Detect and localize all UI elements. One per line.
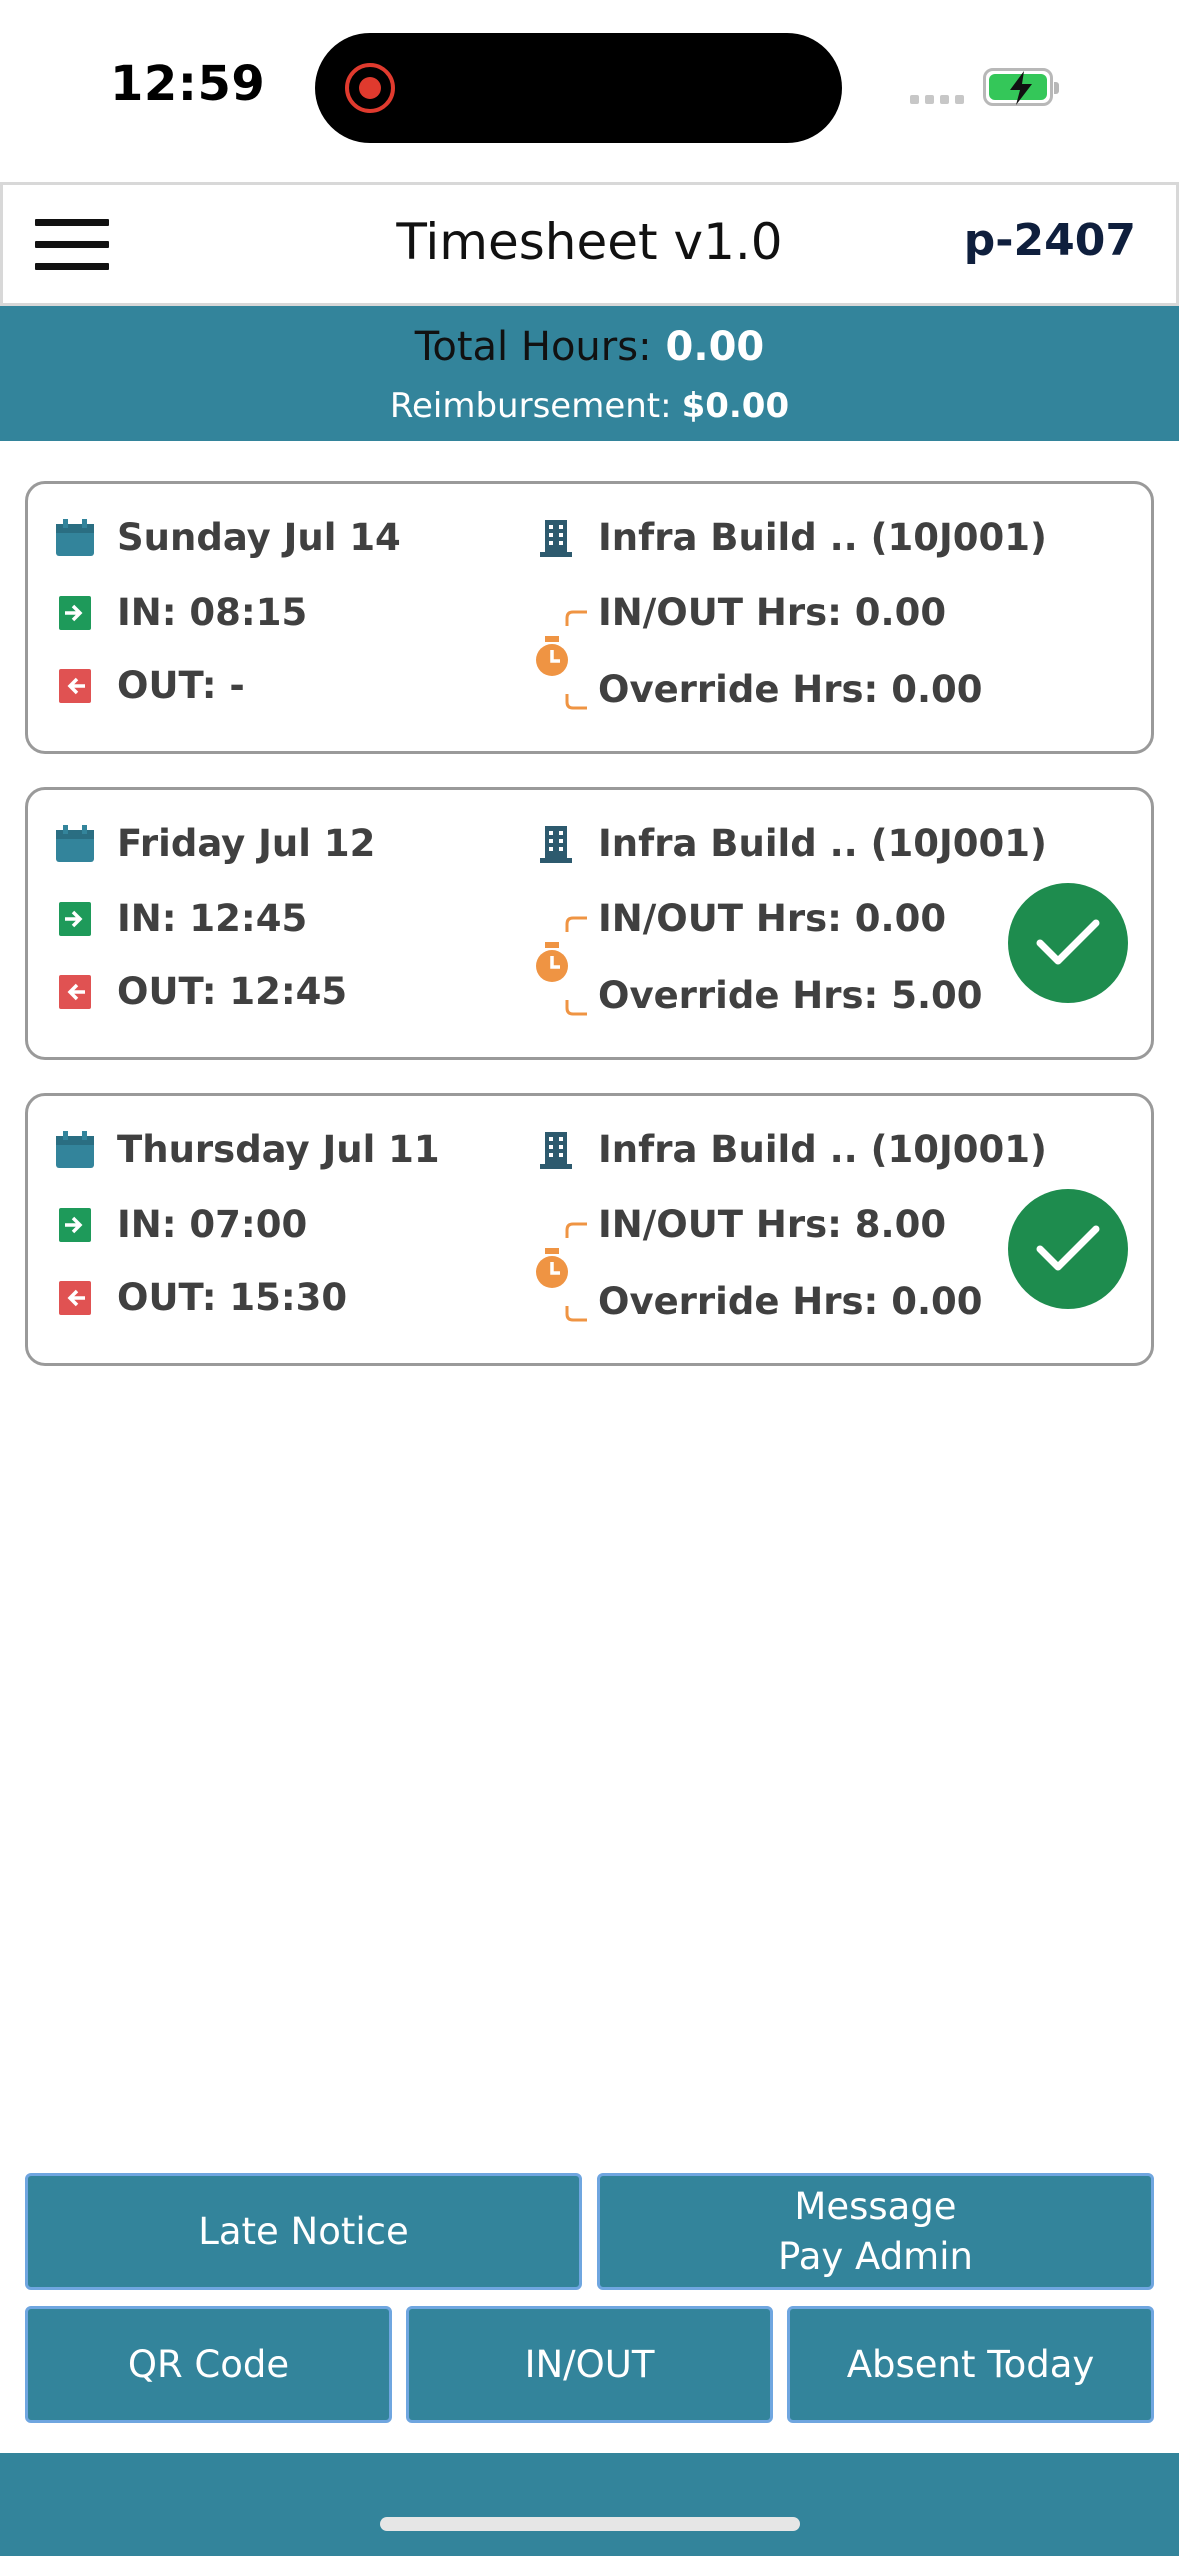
entry-out-label: OUT: - <box>117 664 245 707</box>
calendar-icon <box>55 824 95 864</box>
entry-date-label: Friday Jul 12 <box>117 822 376 865</box>
sign-out-icon <box>55 972 95 1012</box>
sign-in-icon <box>55 1205 95 1245</box>
in-out-label: IN/OUT <box>524 2342 655 2386</box>
entry-date: Sunday Jul 14 <box>55 516 401 559</box>
override-hours: Override Hrs: 5.00 <box>598 974 983 1017</box>
entry-job-label: Infra Build .. (10J001) <box>598 516 1047 559</box>
entry-date-label: Sunday Jul 14 <box>117 516 401 559</box>
timer-icon <box>533 910 593 1025</box>
entry-in: IN: 12:45 <box>55 897 307 940</box>
signal-icon <box>910 95 964 104</box>
qr-code-label: QR Code <box>127 2342 290 2386</box>
total-hours-label: Total Hours: <box>414 324 652 370</box>
entry-in-label: IN: 08:15 <box>117 591 308 634</box>
timesheet-entry-card[interactable]: Thursday Jul 11 IN: 07:00 OUT: 15:30 Infra … <box>25 1093 1154 1366</box>
recording-icon <box>345 63 395 113</box>
timesheet-entry-card[interactable]: Sunday Jul 14 IN: 08:15 OUT: - Infra Build … <box>25 481 1154 754</box>
entry-out: OUT: 15:30 <box>55 1276 347 1319</box>
reimbursement-value: $0.00 <box>681 386 790 426</box>
sign-out-icon <box>55 1278 95 1318</box>
status-time: 12:59 <box>110 56 266 112</box>
user-id: p-2407 <box>963 215 1136 266</box>
entry-out: OUT: 12:45 <box>55 970 347 1013</box>
footer-bar <box>0 2453 1179 2556</box>
override-hours: Override Hrs: 0.00 <box>598 668 983 711</box>
checkmark-icon <box>1008 883 1128 1003</box>
battery-icon <box>983 68 1059 106</box>
timesheet-entry-card[interactable]: Friday Jul 12 IN: 12:45 OUT: 12:45 Infra Bu… <box>25 787 1154 1060</box>
dynamic-island <box>315 33 842 143</box>
entry-in: IN: 07:00 <box>55 1203 307 1246</box>
override-hours: Override Hrs: 0.00 <box>598 1280 983 1323</box>
entry-in: IN: 08:15 <box>55 591 307 634</box>
reimbursement: Reimbursement: $0.00 <box>0 386 1179 426</box>
entry-out-label: OUT: 12:45 <box>117 970 348 1013</box>
sign-in-icon <box>55 593 95 633</box>
app-header: Timesheet v1.0 p-2407 <box>0 182 1179 306</box>
late-notice-label: Late Notice <box>198 2209 409 2253</box>
entry-job-label: Infra Build .. (10J001) <box>598 822 1047 865</box>
entry-in-label: IN: 07:00 <box>117 1203 308 1246</box>
entry-out-label: OUT: 15:30 <box>117 1276 348 1319</box>
absent-today-label: Absent Today <box>846 2342 1095 2386</box>
total-hours: Total Hours: 0.00 <box>0 324 1179 370</box>
checkmark-icon <box>1008 1189 1128 1309</box>
qr-code-button[interactable]: QR Code <box>25 2306 392 2423</box>
sign-in-icon <box>55 899 95 939</box>
reimbursement-label: Reimbursement: <box>389 386 672 426</box>
message-pay-admin-button[interactable]: Message Pay Admin <box>597 2173 1154 2290</box>
late-notice-button[interactable]: Late Notice <box>25 2173 582 2290</box>
totals-banner: Total Hours: 0.00 Reimbursement: $0.00 <box>0 306 1179 441</box>
inout-hours: IN/OUT Hrs: 0.00 <box>598 591 947 634</box>
absent-today-button[interactable]: Absent Today <box>787 2306 1154 2423</box>
calendar-icon <box>55 518 95 558</box>
entry-date: Thursday Jul 11 <box>55 1128 440 1171</box>
message-label-line1: Message <box>794 2184 957 2228</box>
entry-date-label: Thursday Jul 11 <box>117 1128 440 1171</box>
message-label-line2: Pay Admin <box>778 2234 973 2278</box>
entry-job: Infra Build .. (10J001) <box>536 516 1047 559</box>
entry-in-label: IN: 12:45 <box>117 897 308 940</box>
calendar-icon <box>55 1130 95 1170</box>
entry-date: Friday Jul 12 <box>55 822 375 865</box>
entry-job-label: Infra Build .. (10J001) <box>598 1128 1047 1171</box>
status-bar: 12:59 <box>0 0 1179 180</box>
timer-icon <box>533 604 593 719</box>
entry-job: Infra Build .. (10J001) <box>536 1128 1047 1171</box>
entry-out: OUT: - <box>55 664 245 707</box>
inout-hours: IN/OUT Hrs: 8.00 <box>598 1203 947 1246</box>
building-icon <box>536 824 576 864</box>
sign-out-icon <box>55 666 95 706</box>
building-icon <box>536 1130 576 1170</box>
in-out-button[interactable]: IN/OUT <box>406 2306 773 2423</box>
timer-icon <box>533 1216 593 1331</box>
inout-hours: IN/OUT Hrs: 0.00 <box>598 897 947 940</box>
building-icon <box>536 518 576 558</box>
home-indicator[interactable] <box>380 2517 800 2531</box>
entry-job: Infra Build .. (10J001) <box>536 822 1047 865</box>
total-hours-value: 0.00 <box>665 324 765 370</box>
